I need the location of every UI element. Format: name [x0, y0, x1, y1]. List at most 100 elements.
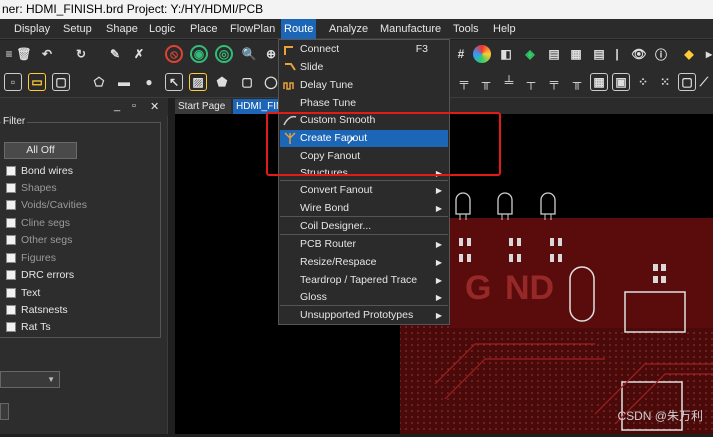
menu-delay-tune[interactable]: Delay Tune [280, 77, 448, 94]
highlight-box [266, 112, 501, 176]
tool3-icon[interactable]: ╧ [500, 73, 518, 91]
submenu-arrow-icon: ▶ [435, 311, 442, 320]
submenu-arrow-icon: ▶ [435, 186, 442, 195]
menu-shape[interactable]: Shape [103, 19, 141, 39]
pipe-icon: | [615, 47, 619, 61]
all-off-button[interactable]: All Off [4, 142, 77, 159]
checkbox[interactable] [6, 217, 16, 228]
delete-icon[interactable]: 🗑 [15, 45, 33, 63]
checkbox[interactable] [6, 269, 16, 280]
stop-icon[interactable]: ⦸ [165, 45, 183, 63]
menu-separator [280, 305, 448, 306]
menu-route[interactable]: Route [281, 19, 317, 39]
undo-icon[interactable]: ↶ [38, 45, 56, 63]
checkbox[interactable] [6, 182, 16, 193]
redo-icon[interactable]: ↻ [72, 45, 90, 63]
tool9-icon[interactable]: ⁘ [634, 73, 652, 91]
menu-phase-tune[interactable]: Phase Tune [280, 95, 448, 112]
tool2-icon[interactable]: ╥ [477, 73, 495, 91]
tool10-icon[interactable]: ⁙ [656, 73, 674, 91]
submenu-arrow-icon: ▶ [435, 204, 442, 213]
checkbox[interactable] [6, 321, 16, 332]
filter-voids[interactable]: Voids/Cavities [6, 197, 87, 212]
pin-icon[interactable]: ✎ [106, 45, 124, 63]
checkbox[interactable] [6, 199, 16, 210]
doc2-icon[interactable]: ▤ [590, 45, 608, 63]
menu-display[interactable]: Display [11, 19, 53, 39]
panel-button[interactable] [0, 403, 9, 420]
place-icon[interactable]: ⬠ [90, 73, 108, 91]
restore-button[interactable]: ▫ [132, 100, 136, 112]
checkbox[interactable] [6, 304, 16, 315]
eye-icon[interactable]: 👁 [630, 45, 648, 63]
menu-tools[interactable]: Tools [450, 19, 482, 39]
close-button[interactable]: ✕ [150, 100, 159, 113]
frame-icon[interactable]: ▢ [52, 73, 70, 91]
filter-ratsnests[interactable]: Ratsnests [6, 302, 68, 317]
layers-icon[interactable]: ◧ [497, 45, 515, 63]
menu-resize-respace[interactable]: Resize/Respace ▶ [280, 254, 448, 271]
menu-place[interactable]: Place [187, 19, 221, 39]
tool7-icon[interactable]: ▦ [590, 73, 608, 91]
menu-pcb-router[interactable]: PCB Router ▶ [280, 236, 448, 253]
zoom-in-icon[interactable]: 🔍 [240, 45, 258, 63]
filter-other-segs[interactable]: Other segs [6, 232, 72, 247]
filter-drc-errors[interactable]: DRC errors [6, 267, 74, 282]
menu-gloss[interactable]: Gloss ▶ [280, 289, 448, 306]
menu-manufacture[interactable]: Manufacture [377, 19, 444, 39]
rect-icon[interactable]: ▢ [238, 73, 256, 91]
zoom-world-icon[interactable]: ◎ [215, 45, 233, 63]
more-icon[interactable]: ▸ [700, 45, 713, 63]
menu-wire-bond[interactable]: Wire Bond ▶ [280, 200, 448, 217]
checkbox[interactable] [6, 165, 16, 176]
menu-slide[interactable]: Slide [280, 59, 448, 76]
menu-teardrop[interactable]: Teardrop / Tapered Trace ▶ [280, 272, 448, 289]
tool4-icon[interactable]: ┬ [522, 73, 540, 91]
doc-icon[interactable]: ▤ [545, 45, 563, 63]
tool6-icon[interactable]: ╥ [568, 73, 586, 91]
filter-text[interactable]: Text [6, 285, 40, 300]
pointer-icon[interactable]: ↖ [165, 73, 183, 91]
minimize-button[interactable]: _ [114, 100, 120, 112]
menu-convert-fanout[interactable]: Convert Fanout ▶ [280, 182, 448, 199]
cube-icon[interactable]: ◆ [680, 45, 698, 63]
menu-unsupported-prototypes[interactable]: Unsupported Prototypes ▶ [280, 307, 448, 324]
zoom-fit-icon[interactable]: ◉ [190, 45, 208, 63]
via-icon[interactable]: ● [140, 73, 158, 91]
unpin-icon[interactable]: ✗ [130, 45, 148, 63]
route-icon[interactable]: ▬ [115, 73, 133, 91]
color-icon[interactable] [473, 45, 491, 63]
menu-help[interactable]: Help [490, 19, 519, 39]
tool1-icon[interactable]: ╤ [455, 73, 473, 91]
menu-connect[interactable]: Connect F3 [280, 41, 448, 58]
filter-figures[interactable]: Figures [6, 250, 56, 265]
menu-flowplan[interactable]: FlowPlan [227, 19, 278, 39]
stack-icon[interactable]: ◈ [521, 45, 539, 63]
dropdown-select[interactable]: ▼ [0, 371, 60, 388]
layout-icon[interactable]: ▭ [28, 73, 46, 91]
slide-icon[interactable]: ▨ [189, 73, 207, 91]
menu-coil-designer[interactable]: Coil Designer... [280, 218, 448, 235]
tool8-icon[interactable]: ▣ [612, 73, 630, 91]
filter-bond-wires[interactable]: Bond wires [6, 163, 73, 178]
filter-cline-segs[interactable]: Cline segs [6, 215, 70, 230]
filter-rat-ts[interactable]: Rat Ts [6, 319, 51, 334]
tool11-icon[interactable]: ▢ [678, 73, 696, 91]
menu-setup[interactable]: Setup [60, 19, 95, 39]
checkbox[interactable] [6, 252, 16, 263]
tool5-icon[interactable]: ╤ [545, 73, 563, 91]
slide-icon [285, 63, 296, 71]
line-icon[interactable]: ⟋ [695, 73, 713, 91]
info-icon[interactable]: ⓘ [652, 45, 670, 63]
polygon-icon[interactable]: ⬟ [213, 73, 231, 91]
grid-icon[interactable]: # [452, 45, 470, 63]
select-icon[interactable]: ▫ [4, 73, 22, 91]
checkbox[interactable] [6, 234, 16, 245]
report-icon[interactable]: ▦ [567, 45, 585, 63]
menu-logic[interactable]: Logic [146, 19, 178, 39]
filter-shapes[interactable]: Shapes [6, 180, 57, 195]
tab-start-page[interactable]: Start Page [175, 99, 231, 114]
checkbox[interactable] [6, 287, 16, 298]
menubar: Display Setup Shape Logic Place FlowPlan… [0, 19, 713, 39]
menu-analyze[interactable]: Analyze [326, 19, 371, 39]
